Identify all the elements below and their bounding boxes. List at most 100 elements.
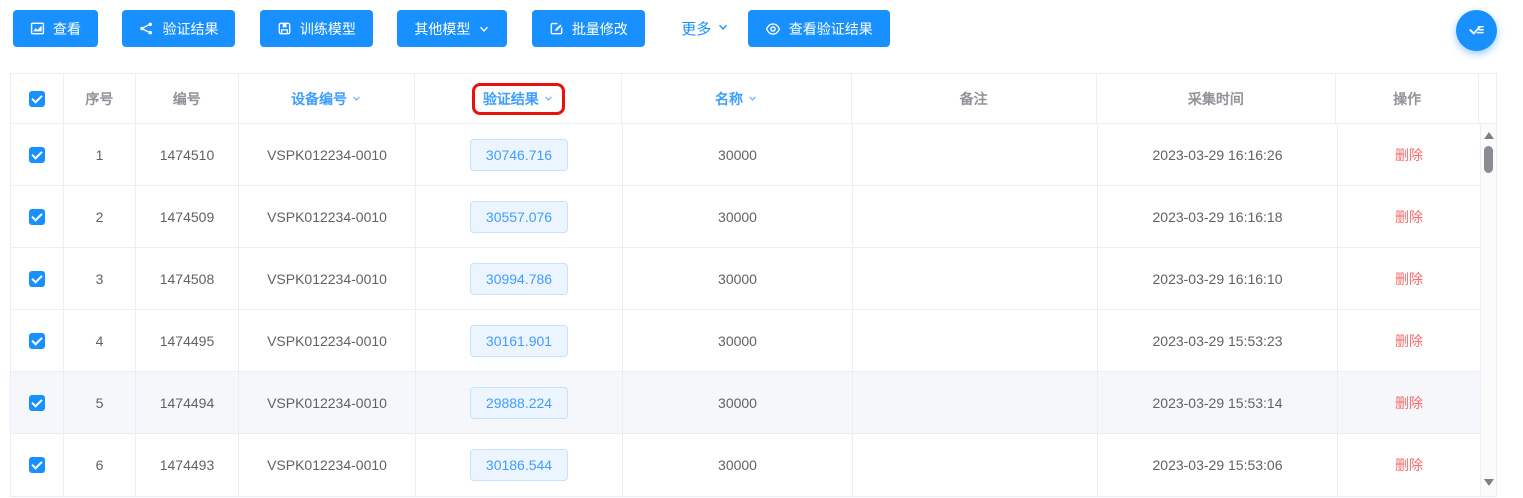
row-checkbox[interactable] (29, 146, 45, 163)
row-checkbox[interactable] (29, 208, 45, 225)
validation-result-badge[interactable]: 30994.786 (469, 262, 569, 295)
checklist-icon (1467, 20, 1486, 42)
sort-caret-icon (543, 91, 554, 107)
cell-index: 5 (64, 372, 136, 433)
cell-action: 删除 (1338, 124, 1481, 185)
validation-result-badge[interactable]: 30161.901 (469, 324, 569, 357)
cell-name: 30000 (623, 434, 853, 496)
batch-modify-button[interactable]: 批量修改 (531, 10, 645, 47)
header-name-label: 名称 (715, 90, 744, 107)
row-checkbox-cell (11, 248, 64, 309)
header-action: 操作 (1336, 74, 1480, 123)
row-checkbox-cell (11, 124, 64, 185)
row-checkbox[interactable] (29, 394, 45, 411)
cell-remark (853, 248, 1098, 309)
validation-result-badge[interactable]: 30746.716 (469, 138, 569, 171)
cell-name: 30000 (623, 310, 853, 371)
cell-collect-time: 2023-03-29 15:53:23 (1098, 310, 1338, 371)
cell-index: 2 (64, 186, 136, 247)
row-checkbox-cell (11, 434, 64, 496)
scrollbar-up-arrow-icon[interactable] (1483, 132, 1494, 139)
select-all-checkbox[interactable] (28, 90, 45, 107)
cell-device-id: VSPK012234-0010 (239, 310, 416, 371)
cell-remark (853, 186, 1098, 247)
header-collect-time: 采集时间 (1097, 74, 1337, 123)
cell-remark (853, 372, 1098, 433)
scrollbar-down-arrow-icon[interactable] (1483, 479, 1494, 486)
table-row: 5 1474494 VSPK012234-0010 29888.224 3000… (11, 372, 1481, 434)
delete-link[interactable]: 删除 (1395, 331, 1423, 351)
delete-link[interactable]: 删除 (1395, 145, 1423, 165)
table-row: 3 1474508 VSPK012234-0010 30994.786 3000… (11, 248, 1481, 310)
view-validation-results-button[interactable]: 查看验证结果 (747, 10, 890, 47)
sort-caret-icon (351, 91, 362, 107)
validation-results-button[interactable]: 验证结果 (122, 10, 236, 47)
header-device-id-sort[interactable]: 设备编号 (239, 74, 416, 123)
cell-device-id: VSPK012234-0010 (239, 124, 416, 185)
cell-index: 1 (64, 124, 136, 185)
cell-index: 4 (64, 310, 136, 371)
cell-device-id: VSPK012234-0010 (239, 372, 416, 433)
cell-code: 1474495 (136, 310, 239, 371)
eye-icon (765, 21, 781, 37)
header-index: 序号 (64, 74, 136, 123)
train-model-button[interactable]: 训练模型 (259, 10, 373, 47)
cell-action: 删除 (1338, 248, 1481, 309)
cell-device-id: VSPK012234-0010 (239, 186, 416, 247)
row-checkbox[interactable] (29, 457, 45, 473)
header-scrollbar-gutter (1479, 74, 1496, 123)
validation-result-badge[interactable]: 30557.076 (469, 200, 569, 233)
validation-result-badge[interactable]: 30186.544 (469, 449, 569, 481)
toolbar: 查看 验证结果 训练模型 其他模型 批量修改 更多 查看验证结果 (0, 0, 1523, 62)
header-name-sort[interactable]: 名称 (622, 74, 852, 123)
row-checkbox-cell (11, 186, 64, 247)
row-checkbox-cell (11, 310, 64, 371)
view-button[interactable]: 查看 (13, 10, 98, 47)
cell-name: 30000 (623, 248, 853, 309)
cell-validation-result: 30994.786 (416, 248, 623, 309)
delete-link[interactable]: 删除 (1395, 207, 1423, 227)
scrollbar-thumb[interactable] (1484, 146, 1493, 173)
train-model-button-label: 训练模型 (299, 20, 356, 37)
red-highlight-box: 验证结果 (471, 82, 565, 115)
cell-collect-time: 2023-03-29 16:16:10 (1098, 248, 1338, 309)
cell-action: 删除 (1338, 310, 1481, 371)
header-device-id-label: 设备编号 (291, 90, 348, 107)
row-checkbox[interactable] (29, 270, 45, 287)
vertical-scrollbar[interactable] (1481, 124, 1496, 496)
cell-code: 1474510 (136, 124, 239, 185)
cell-code: 1474494 (136, 372, 239, 433)
cell-name: 30000 (623, 372, 853, 433)
chevron-down-icon (717, 20, 729, 37)
cell-action: 删除 (1338, 372, 1481, 433)
header-remark: 备注 (852, 74, 1097, 123)
cell-collect-time: 2023-03-29 15:53:06 (1098, 434, 1338, 496)
data-table: 序号 编号 设备编号 验证结果 名称 备注 采集时间 操作 1 1474510 … (10, 73, 1497, 497)
other-models-dropdown-button[interactable]: 其他模型 (397, 10, 508, 47)
header-validation-result-sort[interactable]: 验证结果 (415, 74, 623, 123)
edit-icon (549, 21, 564, 36)
cell-device-id: VSPK012234-0010 (239, 434, 416, 496)
task-list-fab-button[interactable] (1456, 10, 1497, 51)
delete-link[interactable]: 删除 (1395, 269, 1423, 289)
cell-validation-result: 30746.716 (416, 124, 623, 185)
cell-code: 1474508 (136, 248, 239, 309)
cell-validation-result: 30186.544 (416, 434, 623, 496)
cell-name: 30000 (623, 186, 853, 247)
delete-link[interactable]: 删除 (1395, 455, 1423, 475)
row-checkbox-cell (11, 372, 64, 433)
row-checkbox[interactable] (29, 332, 45, 349)
validation-results-button-label: 验证结果 (162, 20, 219, 37)
cell-action: 删除 (1338, 186, 1481, 247)
table-row: 2 1474509 VSPK012234-0010 30557.076 3000… (11, 186, 1481, 248)
validation-result-badge[interactable]: 29888.224 (469, 386, 569, 419)
cell-validation-result: 29888.224 (416, 372, 623, 433)
more-dropdown[interactable]: 更多 (681, 10, 729, 47)
other-models-button-label: 其他模型 (414, 20, 471, 37)
view-button-label: 查看 (53, 20, 81, 37)
sort-caret-icon (747, 91, 758, 107)
header-validation-result-label: 验证结果 (482, 90, 539, 107)
delete-link[interactable]: 删除 (1395, 393, 1423, 413)
cell-validation-result: 30161.901 (416, 310, 623, 371)
cell-name: 30000 (623, 124, 853, 185)
